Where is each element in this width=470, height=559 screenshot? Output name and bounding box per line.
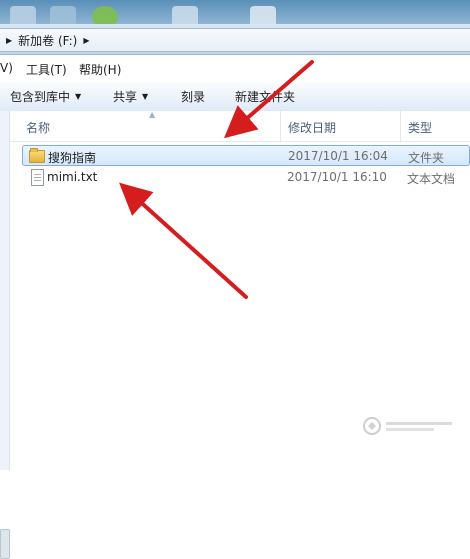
- menu-bar: V) 工具(T) 帮助(H): [0, 55, 470, 83]
- file-type: 文件夹: [408, 151, 445, 165]
- file-name: mimi.txt: [47, 170, 98, 184]
- desktop-icon: [250, 6, 276, 24]
- file-row-folder[interactable]: 搜狗指南 2017/10/1 16:04 文件夹: [22, 145, 470, 166]
- dropdown-arrow-icon: ▼: [75, 92, 82, 101]
- desktop-icon: [92, 6, 118, 24]
- file-type: 文本文档: [407, 172, 456, 186]
- file-modified: 2017/10/1 16:10: [287, 170, 387, 184]
- burn-button[interactable]: 刻录: [181, 88, 205, 105]
- text-file-icon: [31, 169, 44, 186]
- column-divider[interactable]: [280, 111, 281, 141]
- command-toolbar: 包含到库中 ▼ 共享 ▼ 刻录 新建文件夹: [0, 82, 470, 112]
- address-bar: ▶ 新加卷 (F:) ▶: [0, 24, 470, 55]
- new-folder-button[interactable]: 新建文件夹: [235, 88, 295, 105]
- desktop-icon: [172, 6, 198, 24]
- file-modified: 2017/10/1 16:04: [288, 149, 388, 163]
- breadcrumb-chevron-icon[interactable]: ▶: [83, 36, 89, 45]
- desktop-background-strip: [0, 0, 470, 24]
- column-divider[interactable]: [400, 111, 401, 141]
- include-in-library-button[interactable]: 包含到库中 ▼: [10, 88, 81, 105]
- navigation-pane: [0, 111, 10, 559]
- watermark-logo: [362, 415, 458, 437]
- sort-arrow-icon: ▲: [149, 110, 156, 119]
- address-field[interactable]: ▶ 新加卷 (F:) ▶: [0, 28, 470, 52]
- menu-view[interactable]: V): [0, 61, 13, 75]
- menu-help[interactable]: 帮助(H): [79, 61, 121, 78]
- file-name: 搜狗指南: [48, 151, 97, 165]
- breadcrumb-drive[interactable]: 新加卷 (F:): [18, 32, 77, 49]
- arrow-to-textfile: [119, 182, 248, 299]
- column-name[interactable]: 名称: [26, 119, 50, 136]
- column-header: ▲ 名称 修改日期 类型: [10, 110, 470, 142]
- desktop-icon: [50, 6, 76, 24]
- dropdown-arrow-icon: ▼: [142, 92, 149, 101]
- menu-tools[interactable]: 工具(T): [26, 61, 67, 78]
- share-button[interactable]: 共享 ▼: [113, 88, 148, 105]
- navigation-scrollbar[interactable]: [0, 529, 10, 559]
- desktop-icon: [10, 6, 36, 24]
- file-row-text[interactable]: mimi.txt 2017/10/1 16:10 文本文档: [22, 167, 470, 188]
- folder-icon: [29, 148, 45, 163]
- breadcrumb-chevron-icon[interactable]: ▶: [6, 36, 12, 45]
- column-type[interactable]: 类型: [408, 119, 432, 136]
- column-modified[interactable]: 修改日期: [288, 119, 336, 136]
